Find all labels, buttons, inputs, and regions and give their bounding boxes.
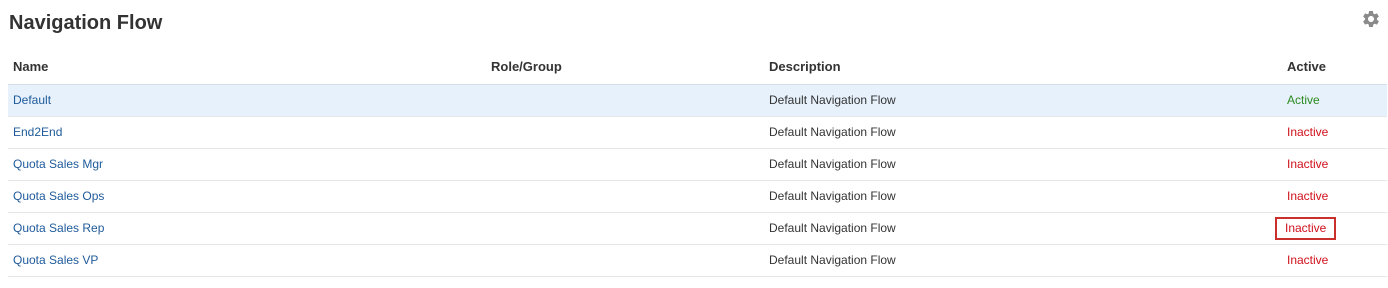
page-title: Navigation Flow (9, 12, 163, 34)
description-cell: Default Navigation Flow (769, 157, 896, 171)
table-header: Name Role/Group Description Active (8, 52, 1387, 85)
table-row[interactable]: Quota Sales Ops Default Navigation Flow … (8, 181, 1387, 213)
description-cell: Default Navigation Flow (769, 189, 896, 203)
description-cell: Default Navigation Flow (769, 221, 896, 235)
description-cell: Default Navigation Flow (769, 253, 896, 267)
gear-icon[interactable] (1361, 9, 1381, 29)
status-cell: Inactive (1275, 213, 1337, 244)
column-header-active[interactable]: Active (1287, 52, 1326, 84)
status-active[interactable]: Active (1287, 85, 1320, 116)
table-row[interactable]: Default Default Navigation Flow Active (8, 85, 1387, 117)
table-row[interactable]: Quota Sales VP Default Navigation Flow I… (8, 245, 1387, 277)
table-row[interactable]: End2End Default Navigation Flow Inactive (8, 117, 1387, 149)
flow-name-link[interactable]: Quota Sales Mgr (13, 149, 103, 180)
status-inactive[interactable]: Inactive (1287, 149, 1328, 180)
flow-name-link[interactable]: Quota Sales Ops (13, 181, 104, 212)
table-row[interactable]: Quota Sales Rep Default Navigation Flow … (8, 213, 1387, 245)
status-inactive[interactable]: Inactive (1287, 181, 1328, 212)
flow-name-link[interactable]: Default (13, 85, 51, 116)
flow-name-link[interactable]: Quota Sales Rep (13, 213, 104, 244)
table-row[interactable]: Quota Sales Mgr Default Navigation Flow … (8, 149, 1387, 181)
status-inactive[interactable]: Inactive (1287, 117, 1328, 148)
description-cell: Default Navigation Flow (769, 125, 896, 139)
flow-name-link[interactable]: End2End (13, 117, 62, 148)
status-inactive-highlighted[interactable]: Inactive (1275, 217, 1337, 240)
description-cell: Default Navigation Flow (769, 93, 896, 107)
navigation-flow-table: Name Role/Group Description Active Defau… (8, 52, 1387, 277)
column-header-description[interactable]: Description (769, 52, 841, 84)
status-inactive[interactable]: Inactive (1287, 245, 1328, 276)
column-header-name[interactable]: Name (13, 52, 48, 84)
flow-name-link[interactable]: Quota Sales VP (13, 245, 98, 276)
column-header-role-group[interactable]: Role/Group (491, 52, 562, 84)
